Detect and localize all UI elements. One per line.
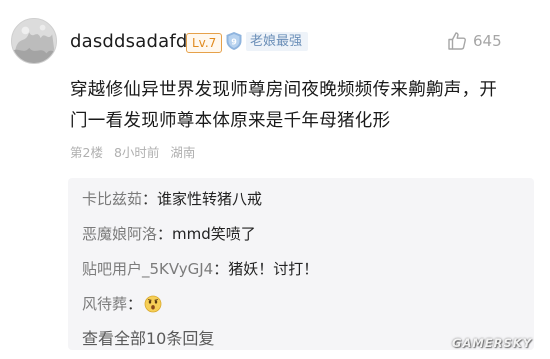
post-location: 湖南 bbox=[170, 145, 196, 160]
reply-username[interactable]: 风待葬 bbox=[82, 289, 127, 319]
watermark: GAMERSKY bbox=[452, 336, 533, 350]
svg-text:9: 9 bbox=[231, 38, 237, 47]
post-time: 8小时前 bbox=[113, 145, 160, 160]
reply-username[interactable]: 恶魔娘阿洛 bbox=[82, 219, 157, 249]
surprised-face-icon bbox=[144, 295, 162, 313]
username[interactable]: dasddsadafds bbox=[70, 31, 197, 53]
post-content: 穿越修仙异世界发现师尊房间夜晚频频传来齁齁声，开 门一看发现师尊本体原来是千年母… bbox=[70, 75, 538, 137]
reply-item[interactable]: 贴吧用户_5KVyGJ4 ： 猪妖！讨打！ bbox=[82, 254, 520, 284]
like-count: 645 bbox=[473, 32, 502, 50]
reply-text: 猪妖！讨打！ bbox=[228, 260, 319, 278]
reply-username[interactable]: 贴吧用户_5KVyGJ4 bbox=[82, 254, 213, 284]
avatar[interactable] bbox=[11, 18, 57, 64]
reply-separator: ： bbox=[213, 260, 229, 278]
title-badge-text: 老娘最强 bbox=[246, 31, 309, 51]
thumbs-up-icon bbox=[446, 30, 468, 52]
reply-separator: ： bbox=[142, 190, 158, 208]
reply-username[interactable]: 卡比兹茹 bbox=[82, 184, 142, 214]
title-badge: 9 老娘最强 bbox=[224, 31, 309, 51]
reply-text: 谁家性转猪八戒 bbox=[157, 190, 263, 208]
post-meta: 第2楼 8小时前 湖南 bbox=[70, 145, 202, 161]
floor-number: 第2楼 bbox=[70, 145, 103, 160]
shield-badge-icon: 9 bbox=[224, 31, 244, 51]
reply-item[interactable]: 卡比兹茹 ： 谁家性转猪八戒 bbox=[82, 184, 520, 214]
reply-list: 卡比兹茹 ： 谁家性转猪八戒 恶魔娘阿洛 ： mmd笑喷了 贴吧用户_5KVyG… bbox=[68, 178, 534, 350]
post-content-line: 门一看发现师尊本体原来是千年母猪化形 bbox=[70, 111, 391, 131]
level-badge: Lv.7 bbox=[186, 33, 223, 53]
reply-separator: ： bbox=[127, 295, 143, 313]
reply-item[interactable]: 风待葬 ： bbox=[82, 289, 520, 319]
reply-separator: ： bbox=[157, 225, 173, 243]
reply-item[interactable]: 恶魔娘阿洛 ： mmd笑喷了 bbox=[82, 219, 520, 249]
post-content-line: 穿越修仙异世界发现师尊房间夜晚频频传来齁齁声，开 bbox=[70, 80, 498, 100]
like-button[interactable]: 645 bbox=[446, 30, 502, 52]
reply-text: mmd笑喷了 bbox=[172, 225, 256, 243]
